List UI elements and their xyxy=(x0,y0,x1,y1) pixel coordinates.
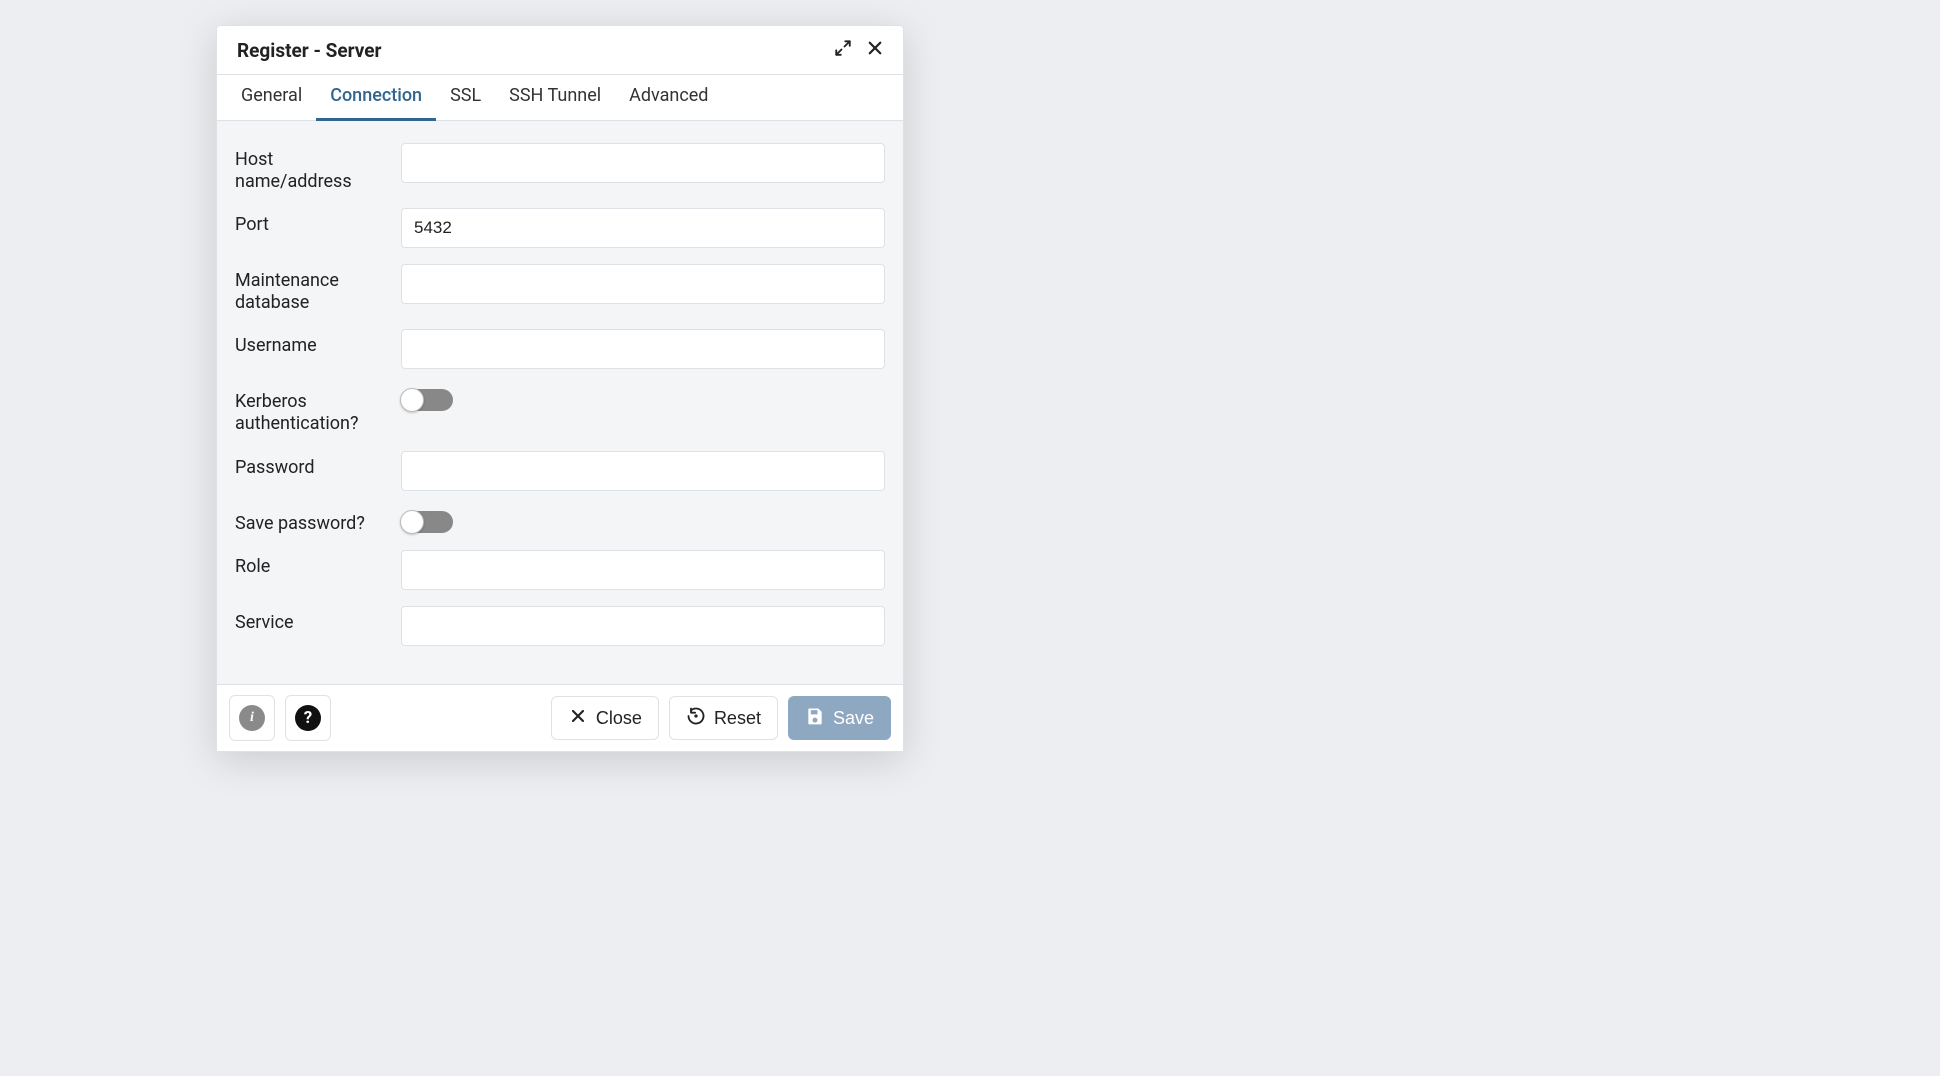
expand-button[interactable] xyxy=(829,36,857,64)
label-password: Password xyxy=(235,451,385,479)
dialog-header: Register - Server xyxy=(217,26,903,75)
host-input[interactable] xyxy=(401,143,885,183)
tab-ssl[interactable]: SSL xyxy=(436,75,495,121)
row-port: Port xyxy=(229,200,891,256)
close-button[interactable]: Close xyxy=(551,696,659,740)
row-host: Host name/address xyxy=(229,135,891,200)
dialog-footer: i ? Close Reset Save xyxy=(217,684,903,751)
save-icon xyxy=(805,706,825,731)
row-service: Service xyxy=(229,598,891,654)
expand-icon xyxy=(834,39,852,62)
row-kerberos: Kerberos authentication? xyxy=(229,377,891,442)
help-icon: ? xyxy=(295,705,321,731)
label-role: Role xyxy=(235,550,385,578)
save-password-toggle[interactable] xyxy=(401,511,453,533)
label-service: Service xyxy=(235,606,385,634)
port-input[interactable] xyxy=(401,208,885,248)
close-icon xyxy=(866,39,884,62)
help-button[interactable]: ? xyxy=(285,695,331,741)
label-kerberos: Kerberos authentication? xyxy=(235,385,385,434)
tab-connection[interactable]: Connection xyxy=(316,75,436,121)
tab-advanced[interactable]: Advanced xyxy=(615,75,722,121)
dialog-body: Host name/address Port Maintenance datab… xyxy=(217,121,903,684)
reset-icon xyxy=(686,706,706,731)
username-input[interactable] xyxy=(401,329,885,369)
role-input[interactable] xyxy=(401,550,885,590)
row-username: Username xyxy=(229,321,891,377)
service-input[interactable] xyxy=(401,606,885,646)
maintenance-db-input[interactable] xyxy=(401,264,885,304)
toggle-knob xyxy=(400,388,424,412)
row-role: Role xyxy=(229,542,891,598)
password-input[interactable] xyxy=(401,451,885,491)
toggle-knob xyxy=(400,510,424,534)
label-port: Port xyxy=(235,208,385,236)
close-dialog-button[interactable] xyxy=(861,36,889,64)
label-host: Host name/address xyxy=(235,143,385,192)
reset-button[interactable]: Reset xyxy=(669,696,778,740)
tab-ssh-tunnel[interactable]: SSH Tunnel xyxy=(495,75,615,121)
label-savepw: Save password? xyxy=(235,507,385,535)
row-savepw: Save password? xyxy=(229,499,891,543)
kerberos-toggle[interactable] xyxy=(401,389,453,411)
label-username: Username xyxy=(235,329,385,357)
save-button-label: Save xyxy=(833,708,874,729)
info-button[interactable]: i xyxy=(229,695,275,741)
row-password: Password xyxy=(229,443,891,499)
reset-button-label: Reset xyxy=(714,708,761,729)
label-maintdb: Maintenance database xyxy=(235,264,385,313)
dialog-title: Register - Server xyxy=(237,39,381,62)
tab-general[interactable]: General xyxy=(227,75,316,121)
close-button-label: Close xyxy=(596,708,642,729)
row-maintdb: Maintenance database xyxy=(229,256,891,321)
register-server-dialog: Register - Server General Connection SSL… xyxy=(216,25,904,752)
info-icon: i xyxy=(239,705,265,731)
tab-bar: General Connection SSL SSH Tunnel Advanc… xyxy=(217,75,903,121)
x-icon xyxy=(568,706,588,731)
save-button[interactable]: Save xyxy=(788,696,891,740)
